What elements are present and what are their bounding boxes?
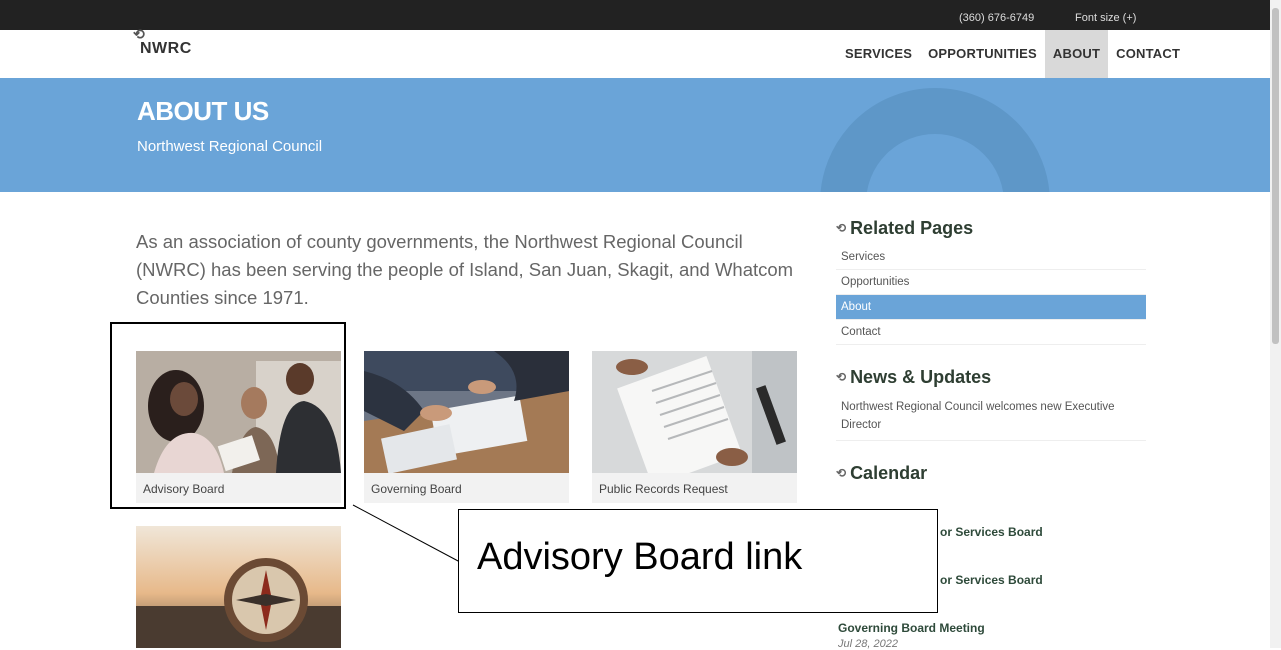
callout-label: Advisory Board link bbox=[458, 509, 938, 613]
vertical-scrollbar[interactable] bbox=[1270, 0, 1281, 648]
callout-label-text: Advisory Board link bbox=[477, 536, 803, 578]
scrollbar-thumb[interactable] bbox=[1272, 8, 1279, 344]
